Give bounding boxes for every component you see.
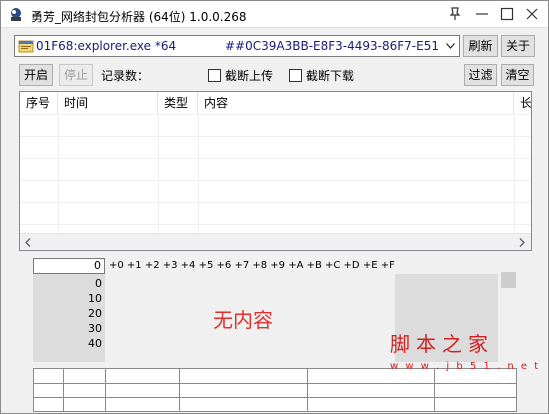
grid-line	[20, 114, 531, 115]
hex-row-offset: 30	[88, 322, 102, 335]
app-icon	[8, 7, 24, 23]
process-dropdown-arrow[interactable]	[442, 36, 459, 56]
grid-line	[307, 369, 308, 411]
refresh-button[interactable]: 刷新	[463, 35, 498, 57]
column-header-length[interactable]: 长	[514, 92, 531, 114]
column-header-type[interactable]: 类型	[158, 92, 198, 114]
hex-column-header: +0 +1 +2 +3 +4 +5 +6 +7 +8 +9 +A +B +C +…	[109, 260, 395, 271]
process-name: 01F68:explorer.exe *64	[36, 39, 177, 53]
column-header-index[interactable]: 序号	[20, 92, 58, 114]
grid-line	[158, 114, 159, 238]
hex-vertical-scrollbar[interactable]	[498, 269, 518, 362]
grid-line	[198, 114, 199, 238]
hex-row-offset: 0	[95, 277, 102, 290]
grid-line	[34, 383, 516, 384]
stop-button[interactable]: 停止	[59, 64, 93, 86]
grid-line	[58, 114, 59, 238]
grid-line	[20, 180, 531, 181]
chevron-down-icon	[446, 43, 455, 49]
watermark-text: 脚本之家	[390, 332, 494, 356]
intercept-download-label: 截断下载	[306, 69, 355, 83]
filter-button[interactable]: 过滤	[464, 64, 497, 86]
grid-line	[20, 202, 531, 203]
empty-content-message: 无内容	[213, 308, 273, 332]
hex-row-offset: 20	[88, 307, 102, 320]
intercept-download-checkbox[interactable]	[289, 69, 302, 82]
hex-row-offset: 40	[88, 337, 102, 350]
column-header-time[interactable]: 时间	[58, 92, 158, 114]
minimize-button[interactable]	[471, 4, 493, 24]
close-icon	[526, 8, 538, 20]
detail-table[interactable]	[33, 368, 517, 412]
hex-row-offset: 10	[88, 292, 102, 305]
chevron-left-icon[interactable]	[25, 238, 31, 247]
watermark-url: w w w . j b 5 1 . n e t	[390, 361, 541, 372]
table-horizontal-scrollbar[interactable]	[20, 233, 531, 250]
scrollbar-thumb[interactable]	[501, 272, 516, 288]
record-count-label: 记录数：	[101, 69, 150, 83]
grid-line	[63, 369, 64, 411]
window-title: 勇芳_网络封包分析器 (64位) 1.0.0.268	[31, 10, 247, 24]
grid-line	[434, 369, 435, 411]
packet-table[interactable]: 序号 时间 类型 内容 长	[19, 91, 532, 251]
close-button[interactable]	[521, 4, 543, 24]
about-button[interactable]: 关于	[501, 35, 535, 57]
title-bar: 勇芳_网络封包分析器 (64位) 1.0.0.268	[1, 1, 548, 28]
chevron-right-icon[interactable]	[519, 238, 525, 247]
process-icon	[18, 38, 34, 54]
pin-icon	[449, 7, 461, 20]
process-select[interactable]: 01F68:explorer.exe *64 ##0C39A3BB-E8F3-4…	[14, 35, 460, 57]
pin-button[interactable]	[444, 4, 466, 24]
maximize-icon	[500, 7, 514, 21]
grid-line	[20, 158, 531, 159]
grid-line	[514, 114, 515, 238]
grid-line	[34, 397, 516, 398]
grid-line	[179, 369, 180, 411]
maximize-button[interactable]	[496, 4, 518, 24]
hex-offset-column: 0 10 20 30 40	[33, 274, 105, 362]
intercept-upload-label: 截断上传	[225, 69, 274, 83]
intercept-upload-checkbox[interactable]	[208, 69, 221, 82]
grid-line	[105, 369, 106, 411]
minimize-icon	[476, 13, 488, 15]
hex-offset-field[interactable]: 0	[33, 258, 105, 274]
process-guid: ##0C39A3BB-E8F3-4493-86F7-E5180F	[225, 39, 438, 53]
app-window: 勇芳_网络封包分析器 (64位) 1.0.0.268 01F68:explore…	[0, 0, 549, 414]
start-button[interactable]: 开启	[19, 64, 53, 86]
column-header-content[interactable]: 内容	[198, 92, 514, 114]
clear-button[interactable]: 清空	[501, 64, 534, 86]
grid-line	[20, 136, 531, 137]
grid-line	[20, 224, 531, 225]
